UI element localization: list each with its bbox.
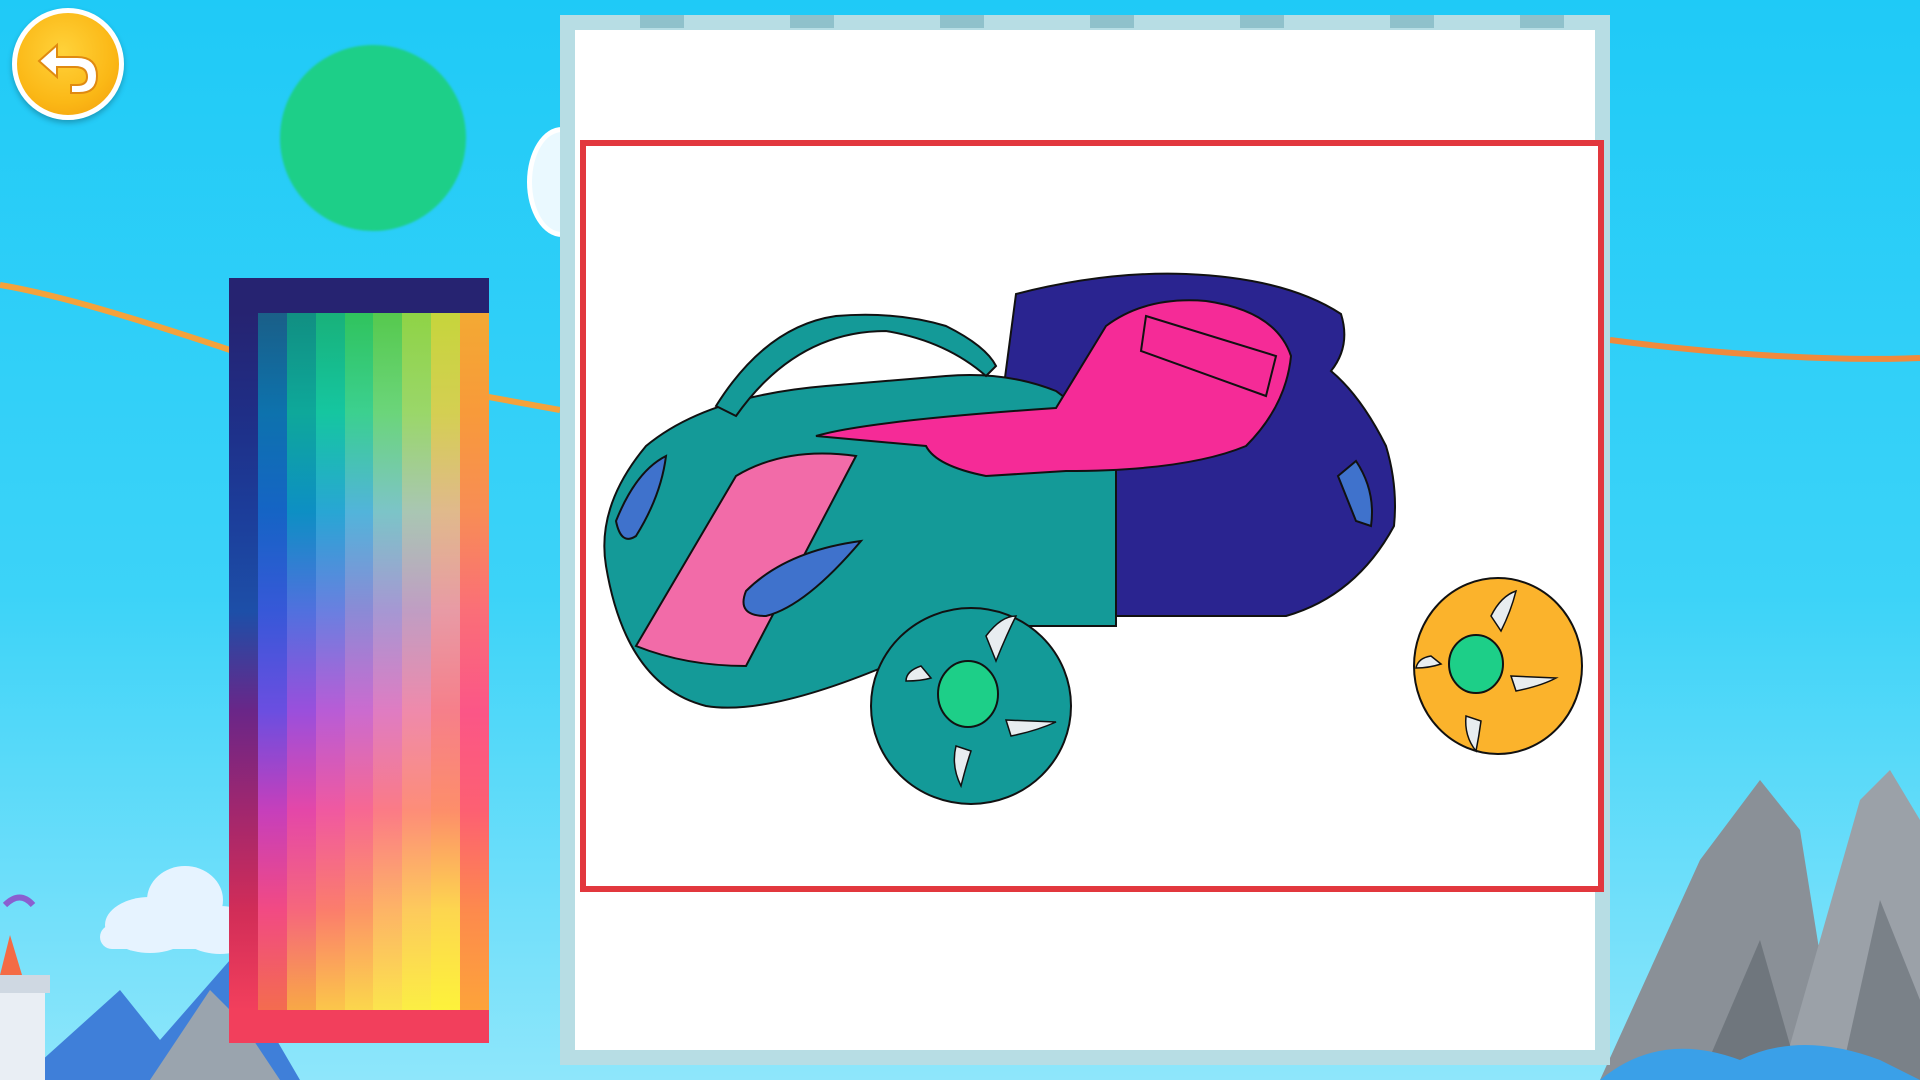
frame-notch [790, 15, 834, 28]
palette-swatch-column[interactable] [229, 313, 258, 1010]
frame-notch [1090, 15, 1134, 28]
mountains-right [1600, 770, 1920, 1080]
car-drawing[interactable] [586, 146, 1598, 886]
frame-notch [940, 15, 984, 28]
orange-wire-right [1609, 337, 1920, 362]
palette-swatch-column[interactable] [286, 313, 316, 1010]
palette-footer [229, 1010, 489, 1043]
frame-notch [640, 15, 684, 28]
undo-arrow-icon [37, 42, 99, 94]
car-front-hub[interactable] [937, 660, 999, 728]
palette-swatch-column[interactable] [402, 313, 432, 1010]
frame-notch [1240, 15, 1284, 28]
coloring-page[interactable] [580, 140, 1604, 892]
back-button[interactable] [12, 8, 124, 120]
palette-header [229, 278, 489, 313]
car-rear-hub[interactable] [1448, 634, 1504, 694]
palette-swatch-column[interactable] [373, 313, 403, 1010]
palette-swatch-column[interactable] [431, 313, 461, 1010]
color-palette [229, 278, 490, 1043]
frame-notch [1390, 15, 1434, 28]
palette-swatches [229, 313, 490, 1010]
frame-notch [1520, 15, 1564, 28]
palette-swatch-column[interactable] [257, 313, 287, 1010]
selected-color-indicator [280, 45, 466, 231]
palette-swatch-column[interactable] [315, 313, 345, 1010]
castle-tower [0, 894, 50, 1080]
palette-swatch-column[interactable] [460, 313, 490, 1010]
game-scene [0, 0, 1920, 1080]
palette-swatch-column[interactable] [344, 313, 374, 1010]
